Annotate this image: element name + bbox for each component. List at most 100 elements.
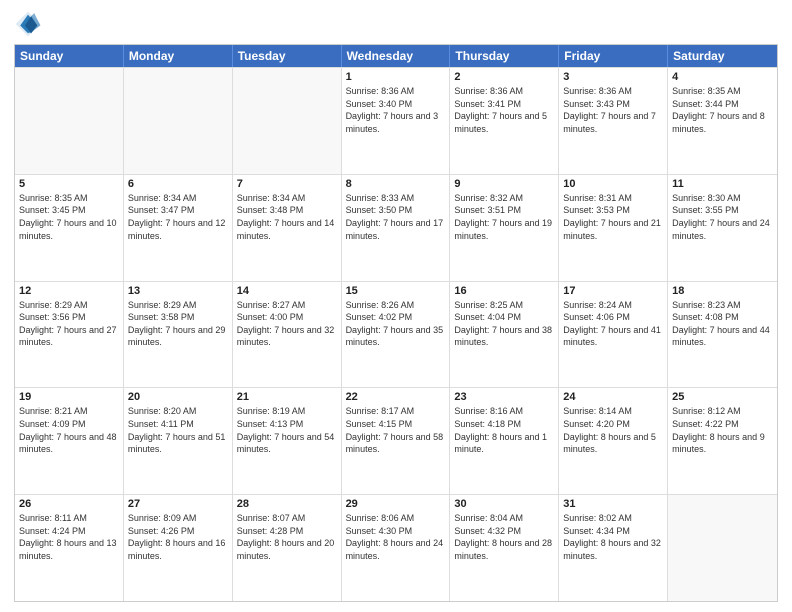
day-cell-5: 5 Sunrise: 8:35 AM Sunset: 3:45 PM Daylig… [15,175,124,281]
day-number: 14 [237,285,337,297]
empty-cell [668,495,777,601]
day-info: Sunrise: 8:30 AM Sunset: 3:55 PM Dayligh… [672,192,773,242]
day-number: 18 [672,285,773,297]
day-info: Sunrise: 8:20 AM Sunset: 4:11 PM Dayligh… [128,405,228,455]
day-number: 25 [672,391,773,403]
day-number: 21 [237,391,337,403]
day-cell-16: 16Sunrise: 8:25 AM Sunset: 4:04 PM Dayli… [450,282,559,388]
day-info: Sunrise: 8:19 AM Sunset: 4:13 PM Dayligh… [237,405,337,455]
day-number: 30 [454,498,554,510]
day-info: Sunrise: 8:24 AM Sunset: 4:06 PM Dayligh… [563,299,663,349]
day-info: Sunrise: 8:02 AM Sunset: 4:34 PM Dayligh… [563,512,663,562]
day-number: 8 [346,178,446,190]
day-number: 6 [128,178,228,190]
day-number: 22 [346,391,446,403]
calendar-row-1: 5 Sunrise: 8:35 AM Sunset: 3:45 PM Daylig… [15,174,777,281]
weekday-header-wednesday: Wednesday [342,45,451,67]
day-info: Sunrise: 8:32 AM Sunset: 3:51 PM Dayligh… [454,192,554,242]
day-cell-7: 7Sunrise: 8:34 AM Sunset: 3:48 PM Daylig… [233,175,342,281]
day-number: 31 [563,498,663,510]
day-info: Sunrise: 8:16 AM Sunset: 4:18 PM Dayligh… [454,405,554,455]
day-number: 13 [128,285,228,297]
day-info: Sunrise: 8:34 AM Sunset: 3:47 PM Dayligh… [128,192,228,242]
day-number: 10 [563,178,663,190]
day-info: Sunrise: 8:34 AM Sunset: 3:48 PM Dayligh… [237,192,337,242]
day-info: Sunrise: 8:23 AM Sunset: 4:08 PM Dayligh… [672,299,773,349]
day-cell-17: 17 Sunrise: 8:24 AM Sunset: 4:06 PM Dayli… [559,282,668,388]
weekday-header-sunday: Sunday [15,45,124,67]
day-info: Sunrise: 8:29 AM Sunset: 3:58 PM Dayligh… [128,299,228,349]
day-cell-1: 1 Sunrise: 8:36 AM Sunset: 3:40 PM Daylig… [342,68,451,174]
day-cell-9: 9Sunrise: 8:32 AM Sunset: 3:51 PM Daylig… [450,175,559,281]
day-cell-6: 6 Sunrise: 8:34 AM Sunset: 3:47 PM Daylig… [124,175,233,281]
day-cell-2: 2 Sunrise: 8:36 AM Sunset: 3:41 PM Daylig… [450,68,559,174]
calendar-row-2: 12 Sunrise: 8:29 AM Sunset: 3:56 PM Dayli… [15,281,777,388]
day-number: 5 [19,178,119,190]
day-number: 17 [563,285,663,297]
day-info: Sunrise: 8:14 AM Sunset: 4:20 PM Dayligh… [563,405,663,455]
day-cell-29: 29 Sunrise: 8:06 AM Sunset: 4:30 PM Dayli… [342,495,451,601]
day-cell-3: 3Sunrise: 8:36 AM Sunset: 3:43 PM Daylig… [559,68,668,174]
day-number: 15 [346,285,446,297]
day-cell-26: 26Sunrise: 8:11 AM Sunset: 4:24 PM Dayli… [15,495,124,601]
logo-icon [14,10,42,38]
day-cell-24: 24 Sunrise: 8:14 AM Sunset: 4:20 PM Dayli… [559,388,668,494]
calendar-row-3: 19Sunrise: 8:21 AM Sunset: 4:09 PM Dayli… [15,387,777,494]
day-info: Sunrise: 8:31 AM Sunset: 3:53 PM Dayligh… [563,192,663,242]
day-number: 12 [19,285,119,297]
day-info: Sunrise: 8:29 AM Sunset: 3:56 PM Dayligh… [19,299,119,349]
day-cell-19: 19Sunrise: 8:21 AM Sunset: 4:09 PM Dayli… [15,388,124,494]
calendar-row-0: 1 Sunrise: 8:36 AM Sunset: 3:40 PM Daylig… [15,67,777,174]
weekday-header-saturday: Saturday [668,45,777,67]
day-number: 1 [346,71,446,83]
day-cell-15: 15Sunrise: 8:26 AM Sunset: 4:02 PM Dayli… [342,282,451,388]
day-number: 29 [346,498,446,510]
calendar: SundayMondayTuesdayWednesdayThursdayFrid… [14,44,778,602]
empty-cell [233,68,342,174]
weekday-header-monday: Monday [124,45,233,67]
day-info: Sunrise: 8:35 AM Sunset: 3:44 PM Dayligh… [672,85,773,135]
calendar-body: 1 Sunrise: 8:36 AM Sunset: 3:40 PM Daylig… [15,67,777,601]
day-info: Sunrise: 8:27 AM Sunset: 4:00 PM Dayligh… [237,299,337,349]
day-cell-12: 12 Sunrise: 8:29 AM Sunset: 3:56 PM Dayli… [15,282,124,388]
day-cell-22: 22 Sunrise: 8:17 AM Sunset: 4:15 PM Dayli… [342,388,451,494]
day-info: Sunrise: 8:35 AM Sunset: 3:45 PM Dayligh… [19,192,119,242]
day-info: Sunrise: 8:25 AM Sunset: 4:04 PM Dayligh… [454,299,554,349]
day-cell-30: 30Sunrise: 8:04 AM Sunset: 4:32 PM Dayli… [450,495,559,601]
day-info: Sunrise: 8:36 AM Sunset: 3:43 PM Dayligh… [563,85,663,135]
day-cell-23: 23Sunrise: 8:16 AM Sunset: 4:18 PM Dayli… [450,388,559,494]
day-cell-27: 27Sunrise: 8:09 AM Sunset: 4:26 PM Dayli… [124,495,233,601]
header [14,10,778,38]
day-info: Sunrise: 8:36 AM Sunset: 3:41 PM Dayligh… [454,85,554,135]
day-info: Sunrise: 8:33 AM Sunset: 3:50 PM Dayligh… [346,192,446,242]
day-number: 20 [128,391,228,403]
day-cell-18: 18 Sunrise: 8:23 AM Sunset: 4:08 PM Dayli… [668,282,777,388]
day-cell-25: 25 Sunrise: 8:12 AM Sunset: 4:22 PM Dayli… [668,388,777,494]
logo [14,10,46,38]
day-number: 28 [237,498,337,510]
calendar-header: SundayMondayTuesdayWednesdayThursdayFrid… [15,45,777,67]
day-number: 24 [563,391,663,403]
empty-cell [124,68,233,174]
calendar-row-4: 26Sunrise: 8:11 AM Sunset: 4:24 PM Dayli… [15,494,777,601]
day-cell-4: 4 Sunrise: 8:35 AM Sunset: 3:44 PM Daylig… [668,68,777,174]
day-info: Sunrise: 8:09 AM Sunset: 4:26 PM Dayligh… [128,512,228,562]
day-number: 19 [19,391,119,403]
day-cell-13: 13 Sunrise: 8:29 AM Sunset: 3:58 PM Dayli… [124,282,233,388]
day-cell-31: 31 Sunrise: 8:02 AM Sunset: 4:34 PM Dayli… [559,495,668,601]
day-cell-10: 10 Sunrise: 8:31 AM Sunset: 3:53 PM Dayli… [559,175,668,281]
day-info: Sunrise: 8:06 AM Sunset: 4:30 PM Dayligh… [346,512,446,562]
weekday-header-friday: Friday [559,45,668,67]
weekday-header-tuesday: Tuesday [233,45,342,67]
day-info: Sunrise: 8:12 AM Sunset: 4:22 PM Dayligh… [672,405,773,455]
weekday-header-thursday: Thursday [450,45,559,67]
day-number: 4 [672,71,773,83]
day-number: 2 [454,71,554,83]
day-info: Sunrise: 8:11 AM Sunset: 4:24 PM Dayligh… [19,512,119,562]
day-cell-20: 20 Sunrise: 8:20 AM Sunset: 4:11 PM Dayli… [124,388,233,494]
day-info: Sunrise: 8:36 AM Sunset: 3:40 PM Dayligh… [346,85,446,135]
day-info: Sunrise: 8:17 AM Sunset: 4:15 PM Dayligh… [346,405,446,455]
day-cell-11: 11 Sunrise: 8:30 AM Sunset: 3:55 PM Dayli… [668,175,777,281]
page: SundayMondayTuesdayWednesdayThursdayFrid… [0,0,792,612]
day-number: 11 [672,178,773,190]
